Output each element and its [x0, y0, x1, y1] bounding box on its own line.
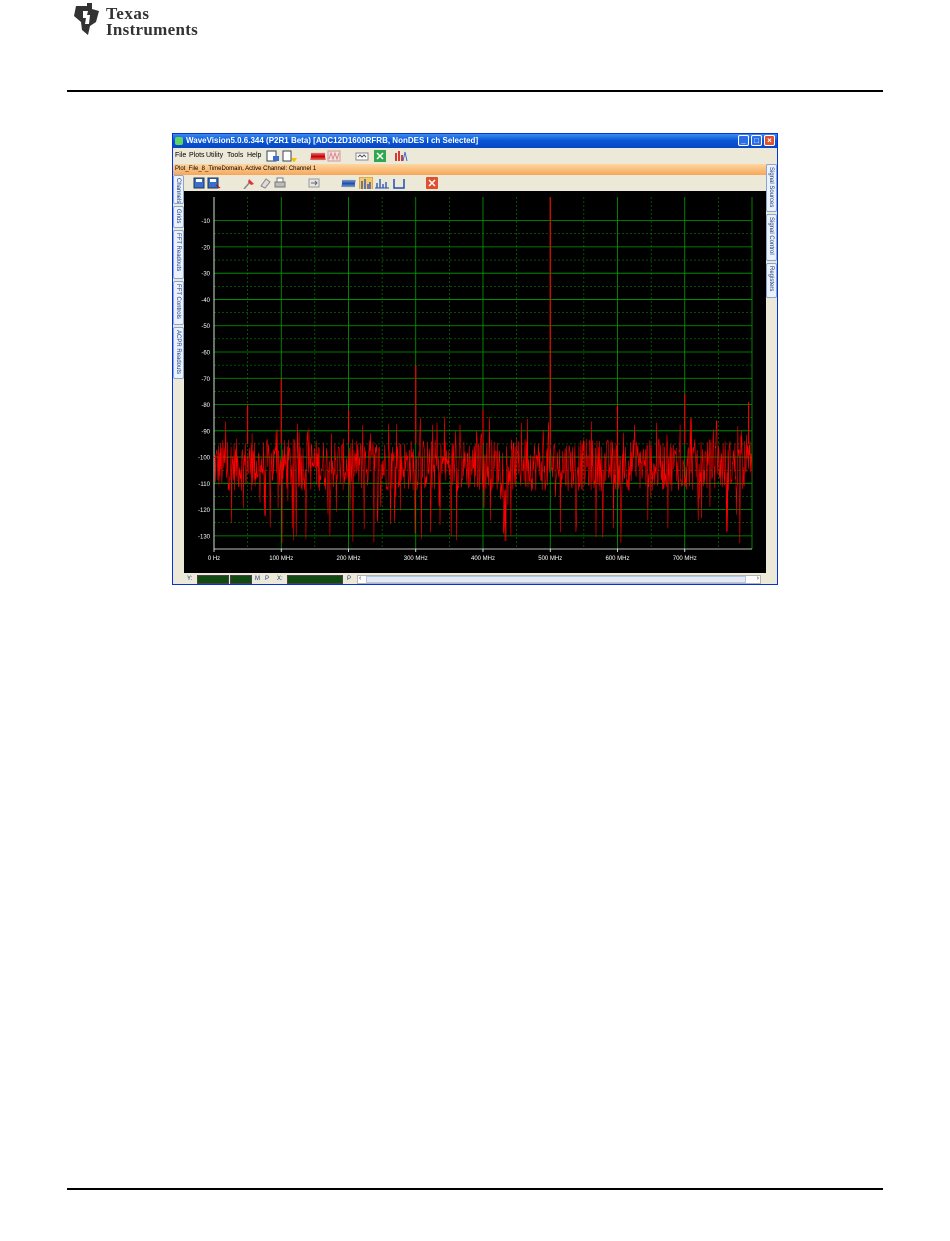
scroll-left-icon[interactable]: ‹ [359, 575, 361, 582]
tab-fft-controls-label: FFT Controls [175, 284, 181, 319]
y-tick-label: -90 [201, 429, 210, 435]
tab-signal-sources[interactable]: Signal Sources [766, 164, 777, 212]
plot-info-bar: Plot_File_8_TimeDomain, Active Channel: … [173, 164, 777, 175]
left-side-tabs: Channels Grids FFT Readouts FFT Controls… [173, 175, 184, 535]
status-bar: Y: M P X: P ‹ › [173, 573, 777, 584]
tab-registers-label: Registers [768, 266, 774, 292]
export-icon[interactable] [308, 177, 320, 189]
tab-acpr-readouts[interactable]: ACPR Readouts [173, 327, 184, 379]
ti-logo-icon [74, 3, 99, 35]
tab-grids-label: Grids [175, 209, 181, 224]
x-tick-label: 0 Hz [208, 556, 220, 562]
plot-info-text: Plot_File_8_TimeDomain, Active Channel: … [175, 166, 317, 172]
m-label: M [255, 576, 260, 582]
tab-signal-control[interactable]: Signal Control [766, 214, 777, 261]
x-tick-label: 200 MHz [336, 556, 360, 562]
header-rule [67, 90, 883, 92]
tab-signal-control-label: Signal Control [768, 217, 774, 255]
histogram-icon[interactable] [375, 177, 389, 189]
footer-rule [67, 1188, 883, 1190]
p-label: P [265, 576, 270, 582]
menu-tools[interactable]: Tools [227, 152, 243, 159]
save-icon[interactable] [193, 177, 205, 189]
horizontal-scrollbar[interactable]: ‹ › [357, 575, 761, 584]
close-button[interactable]: × [764, 135, 775, 146]
y-tick-label: -50 [201, 324, 210, 330]
export-excel-icon[interactable] [374, 150, 386, 162]
tab-channels[interactable]: Channels [173, 175, 184, 204]
menu-utility[interactable]: Utility [206, 152, 223, 159]
y-tick-label: -40 [201, 298, 210, 304]
menu-file[interactable]: File [175, 152, 186, 159]
y-tick-label: -20 [201, 245, 210, 251]
minimize-button[interactable]: _ [738, 135, 749, 146]
x-tick-label: 600 MHz [605, 556, 629, 562]
y-tick-label: -60 [201, 350, 210, 356]
eraser-icon[interactable] [259, 177, 271, 189]
marker-pin-icon[interactable] [242, 177, 256, 189]
x-tick-label: 100 MHz [269, 556, 293, 562]
bucket-icon[interactable] [392, 177, 406, 189]
p-label-2: P [347, 576, 352, 582]
y-tick-label: -110 [198, 482, 210, 488]
tab-channels-label: Channels [175, 178, 181, 204]
y-readout-label: Y: [187, 576, 193, 582]
window-title: WaveVision5.0.6.344 (P2R1 Beta) [ADC12D1… [186, 136, 479, 145]
y-readout-display [197, 575, 229, 584]
report-icon[interactable] [282, 150, 298, 162]
tab-registers[interactable]: Registers [766, 263, 777, 298]
title-bar[interactable]: WaveVision5.0.6.344 (P2R1 Beta) [ADC12D1… [173, 134, 777, 148]
tab-fft-readouts-label: FFT Readouts [175, 233, 181, 272]
wavevision-window: WaveVision5.0.6.344 (P2R1 Beta) [ADC12D1… [172, 133, 778, 585]
maximize-button[interactable]: □ [751, 135, 762, 146]
waveform-disabled-icon[interactable] [327, 150, 341, 162]
waveform-icon[interactable] [310, 150, 326, 162]
tab-acpr-readouts-label: ACPR Readouts [175, 330, 181, 375]
tab-fft-readouts[interactable]: FFT Readouts [173, 230, 184, 279]
close-plot-icon[interactable] [426, 177, 438, 189]
plot-toolbar [184, 175, 766, 191]
y-tick-label: -30 [201, 272, 210, 278]
menu-bar: File Plots Utility Tools Help [173, 148, 777, 164]
tab-signal-sources-label: Signal Sources [768, 167, 774, 208]
app-icon [175, 137, 183, 145]
instrument-icon[interactable] [355, 150, 369, 162]
ti-logo: Texas Instruments [70, 2, 230, 42]
x-tick-label: 400 MHz [471, 556, 495, 562]
tab-fft-controls[interactable]: FFT Controls [173, 281, 184, 325]
y-tick-label: -120 [198, 508, 211, 514]
fft-chart[interactable]: -10 -20 -30 -40 -50 -60 -70 -80 -90 -100 -110 -120 -… [184, 191, 766, 573]
x-tick-label: 500 MHz [538, 556, 562, 562]
brand-line2: Instruments [106, 20, 199, 39]
scroll-thumb[interactable] [366, 576, 746, 583]
scroll-right-icon[interactable]: › [757, 575, 759, 582]
tab-grids[interactable]: Grids [173, 206, 184, 228]
fft-icon[interactable] [359, 177, 373, 189]
brand-name: Texas Instruments [106, 5, 199, 39]
y-tick-label: -100 [198, 456, 211, 462]
y-tick-label: -130 [198, 534, 211, 540]
time-domain-icon[interactable] [341, 177, 357, 189]
open-file-icon[interactable] [266, 150, 280, 162]
print-icon[interactable] [274, 177, 286, 189]
y-tick-label: -70 [201, 377, 210, 383]
right-side-tabs: Signal Sources Signal Control Registers [766, 164, 777, 464]
x-readout-display [287, 575, 343, 584]
x-tick-label: 300 MHz [404, 556, 428, 562]
fft-analysis-icon[interactable] [394, 150, 408, 162]
menu-help[interactable]: Help [247, 152, 261, 159]
x-tick-label: 700 MHz [673, 556, 697, 562]
menu-plots[interactable]: Plots [189, 152, 205, 159]
y-tick-label: -80 [201, 403, 210, 409]
x-readout-label: X: [277, 576, 283, 582]
save-as-icon[interactable] [207, 177, 221, 189]
y-tick-label: -10 [201, 219, 210, 225]
y-readout-display-2 [230, 575, 252, 584]
